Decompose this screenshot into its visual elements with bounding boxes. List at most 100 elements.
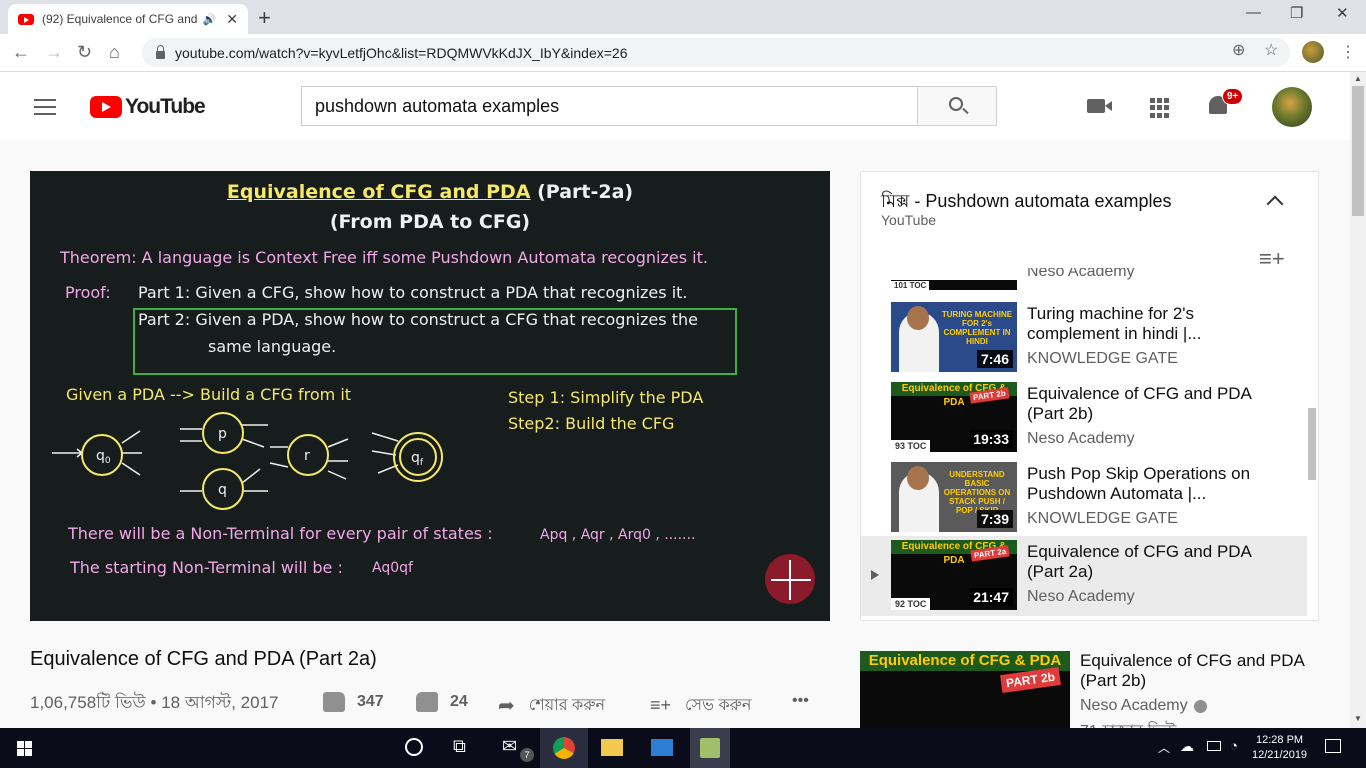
slide-start-var: Aq0qf: [372, 560, 413, 576]
maximize-button[interactable]: ❐: [1290, 4, 1303, 22]
slide-step2: Step2: Build the CFG: [508, 414, 675, 433]
action-center-icon[interactable]: [1325, 739, 1341, 753]
page-scrollbar[interactable]: ▲ ▼: [1350, 72, 1366, 728]
slide-start-line: The starting Non-Terminal will be :: [70, 558, 343, 577]
dislike-button[interactable]: 24: [416, 692, 468, 712]
playlist-item[interactable]: UNDERSTAND BASIC OPERATIONS ON STACK PUS…: [861, 458, 1307, 538]
search-button[interactable]: [917, 86, 997, 126]
playlist-item-now-playing[interactable]: Equivalence of CFG & PDA PART 2a 92 TOC …: [861, 536, 1307, 616]
show-hidden-icons-chevron-icon[interactable]: ︿: [1158, 739, 1170, 756]
recommended-video-title[interactable]: Equivalence of CFG and PDA (Part 2b): [1080, 651, 1310, 691]
slide-nonterminal-line: There will be a Non-Terminal for every p…: [68, 524, 493, 543]
back-arrow-icon[interactable]: ←: [12, 42, 30, 63]
browser-tab[interactable]: (92) Equivalence of CFG and 🔊 ✕: [8, 4, 248, 34]
windows-start-icon[interactable]: [17, 741, 32, 756]
state-r-label: r: [304, 448, 310, 464]
verified-badge-icon: [1193, 699, 1207, 713]
playlist-item-title[interactable]: Turing machine for 2's complement in hin…: [1027, 304, 1257, 344]
forward-arrow-icon[interactable]: →: [45, 42, 63, 63]
collapse-chevron-icon[interactable]: [1266, 195, 1284, 213]
youtube-favicon-icon: [18, 13, 34, 25]
like-button[interactable]: 347: [323, 692, 384, 712]
video-thumbnail[interactable]: Equivalence of CFG & PDA PART 2a 92 TOC …: [891, 540, 1017, 610]
video-thumbnail[interactable]: Equivalence of CFG & PDA PART 2b 93 TOC …: [891, 382, 1017, 452]
playlist-item-title[interactable]: Equivalence of CFG and PDA (Part 2b): [1027, 384, 1257, 424]
windows-taskbar: ⧉ ✉ 7 ︿ ☁ ◔ 12:28 PM 12/21/2019: [0, 728, 1366, 768]
bookmark-star-icon[interactable]: ☆: [1264, 40, 1278, 60]
playlist-scrollbar-thumb[interactable]: [1308, 408, 1316, 480]
slide-title: Equivalence of CFG and PDA (Part-2a): [226, 181, 634, 203]
taskbar-clock[interactable]: 12:28 PM 12/21/2019: [1252, 733, 1307, 763]
chrome-profile-avatar[interactable]: [1302, 41, 1324, 63]
partial-channel: Neso Academy: [1027, 268, 1135, 280]
slide-step1: Step 1: Simplify the PDA: [508, 388, 704, 407]
audio-playing-icon[interactable]: 🔊: [203, 13, 217, 26]
reload-icon[interactable]: ↻: [77, 42, 92, 63]
scroll-down-arrow-icon[interactable]: ▼: [1354, 714, 1362, 723]
wifi-icon[interactable]: ◔: [1230, 738, 1238, 753]
playlist-add-icon: ≡+: [650, 695, 672, 715]
create-video-icon[interactable]: [1087, 99, 1112, 113]
scrollbar-thumb[interactable]: [1352, 86, 1364, 216]
duration-badge: 21:47: [969, 588, 1013, 606]
save-button[interactable]: ≡+ সেভ করুন: [650, 692, 751, 719]
browser-toolbar: ← → ↻ ⌂ youtube.com/watch?v=kyvLetfjOhc&…: [0, 34, 1366, 72]
zoom-icon[interactable]: ⊕: [1232, 40, 1245, 60]
playlist-item-channel: KNOWLEDGE GATE: [1027, 350, 1178, 367]
playlist-item-title[interactable]: Equivalence of CFG and PDA (Part 2a): [1027, 542, 1257, 582]
more-actions-button[interactable]: •••: [792, 692, 809, 710]
chrome-menu-icon[interactable]: ⋮: [1340, 42, 1356, 62]
url-text: youtube.com/watch?v=kyvLetfjOhc&list=RDQ…: [175, 44, 628, 61]
mail-count-badge: 7: [520, 748, 534, 762]
playlist-subtitle: YouTube: [881, 212, 937, 228]
chrome-taskbar-button[interactable]: [540, 728, 588, 768]
youtube-logo[interactable]: YouTube: [90, 95, 206, 119]
playlist-item[interactable]: Equivalence of CFG & PDA PART 2b 93 TOC …: [861, 378, 1307, 458]
slide-part2-line1: Part 2: Given a PDA, show how to constru…: [138, 310, 698, 329]
browser-tabstrip: (92) Equivalence of CFG and 🔊 ✕ + — ❐ ✕: [0, 0, 1366, 34]
video-thumbnail[interactable]: UNDERSTAND BASIC OPERATIONS ON STACK PUS…: [891, 462, 1017, 532]
slide-proof-label: Proof:: [65, 283, 111, 302]
playlist-item-channel: Neso Academy: [1027, 430, 1135, 447]
video-view-count-date: 1,06,758টি ভিউ • 18 আগস্ট, 2017: [30, 693, 279, 712]
address-bar[interactable]: youtube.com/watch?v=kyvLetfjOhc&list=RDQ…: [142, 38, 1290, 67]
save-playlist-icon[interactable]: ≡+: [1259, 246, 1285, 272]
recommended-video-channel[interactable]: Neso Academy: [1080, 697, 1207, 715]
onedrive-cloud-icon[interactable]: ☁: [1180, 738, 1194, 755]
new-tab-button[interactable]: +: [258, 5, 271, 31]
video-thumbnail[interactable]: TURING MACHINE FOR 2's COMPLEMENT IN HIN…: [891, 302, 1017, 372]
cortana-search-icon[interactable]: [405, 738, 423, 756]
tab-close-icon[interactable]: ✕: [226, 11, 238, 28]
partial-thumbnail[interactable]: 101 TOC: [891, 280, 1017, 290]
thumbs-up-icon: [323, 692, 345, 712]
minimize-button[interactable]: —: [1246, 4, 1261, 21]
apps-grid-icon[interactable]: [1150, 98, 1170, 118]
app-taskbar-button[interactable]: [690, 728, 730, 768]
app-icon: [700, 738, 720, 758]
home-icon[interactable]: ⌂: [109, 42, 120, 63]
playlist-item-channel: Neso Academy: [1027, 588, 1135, 605]
youtube-header: YouTube pushdown automata examples: [0, 72, 1350, 140]
window-close-button[interactable]: ✕: [1336, 4, 1349, 22]
account-avatar[interactable]: [1272, 87, 1312, 127]
hamburger-menu-icon[interactable]: [34, 99, 56, 120]
playlist-item-title[interactable]: Push Pop Skip Operations on Pushdown Aut…: [1027, 464, 1257, 504]
share-button[interactable]: ➦ শেয়ার করুন: [498, 692, 605, 719]
recommended-video-thumbnail[interactable]: Equivalence of CFG & PDA PART 2b: [860, 651, 1070, 728]
duration-badge: 7:46: [976, 350, 1013, 368]
playlist-item-channel: KNOWLEDGE GATE: [1027, 510, 1178, 527]
mix-playlist-panel: মিক্স - Pushdown automata examples YouTu…: [860, 171, 1319, 621]
video-player[interactable]: Equivalence of CFG and PDA (Part-2a) (Fr…: [30, 171, 830, 621]
duration-badge: 19:33: [969, 430, 1013, 448]
neso-academy-logo: [765, 554, 815, 604]
pda-state-diagram: q0 p r q qf: [52, 412, 443, 510]
youtube-play-logo-icon: [90, 96, 122, 118]
search-input[interactable]: pushdown automata examples: [301, 86, 918, 126]
file-explorer-icon[interactable]: [601, 739, 623, 756]
slide-nonterminal-vars: Apq , Aqr , Arq0 , .......: [540, 527, 696, 543]
battery-icon[interactable]: [1207, 741, 1221, 751]
scroll-up-arrow-icon[interactable]: ▲: [1354, 74, 1362, 83]
task-view-icon[interactable]: ⧉: [453, 736, 479, 760]
control-panel-icon[interactable]: [651, 739, 673, 756]
playlist-item[interactable]: TURING MACHINE FOR 2's COMPLEMENT IN HIN…: [861, 298, 1307, 378]
